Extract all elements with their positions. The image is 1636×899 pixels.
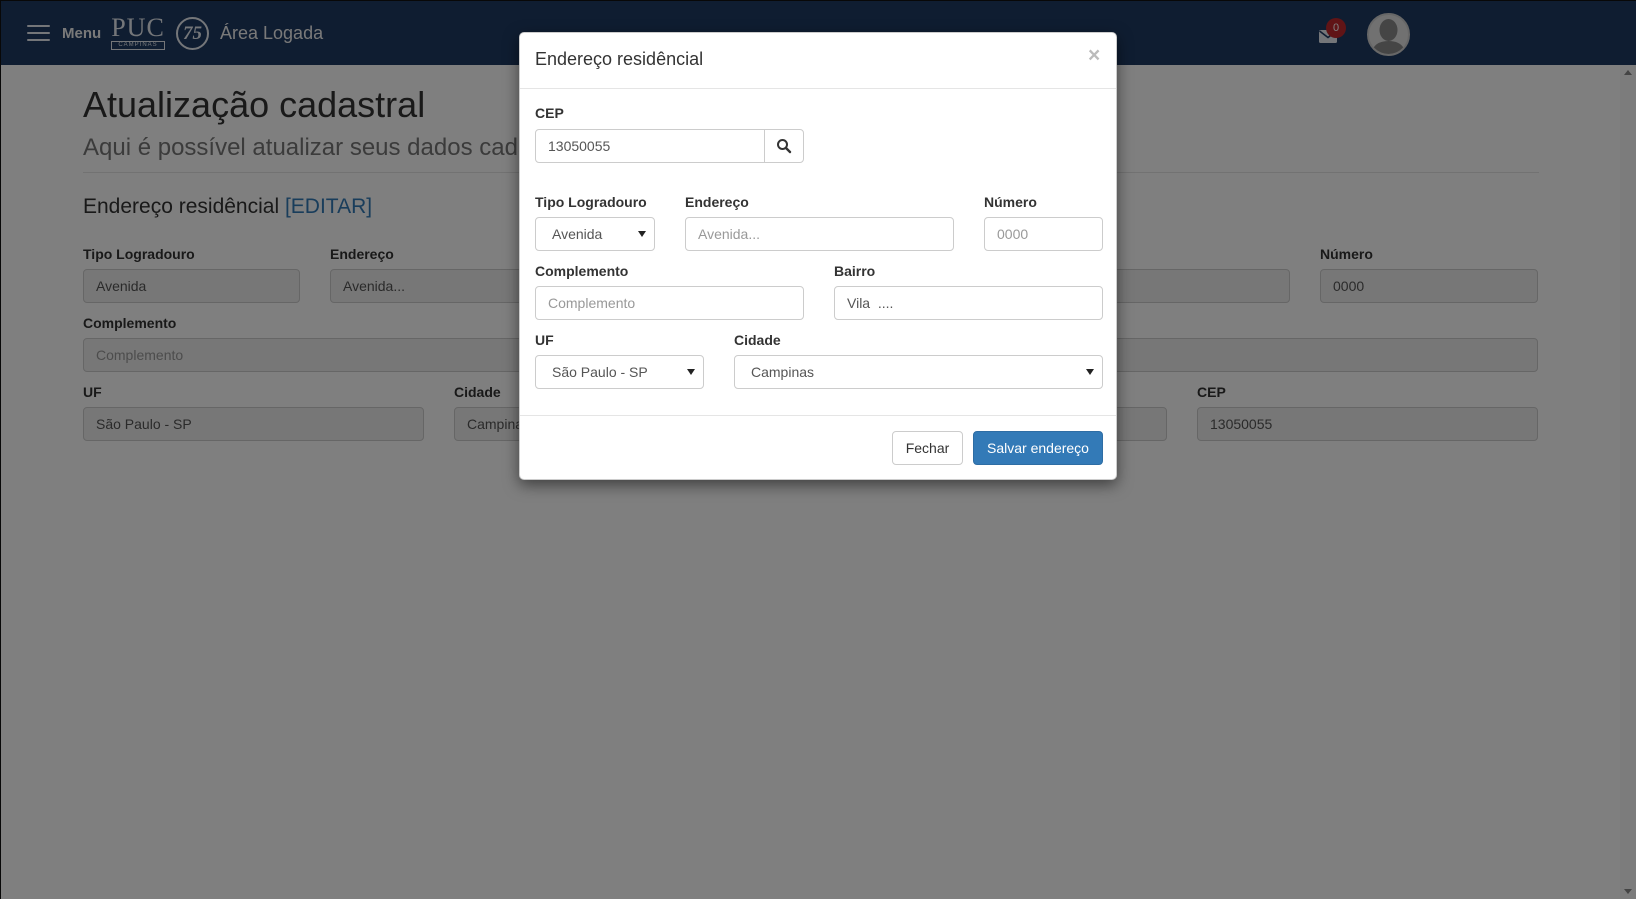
modal-title: Endereço residêncial [535, 49, 704, 69]
cep-input[interactable] [535, 129, 765, 163]
close-button[interactable]: Fechar [892, 431, 963, 465]
modal-footer-divider [520, 415, 1116, 416]
bairro-label: Bairro [834, 263, 876, 279]
uf-select[interactable]: São Paulo - SP [535, 355, 704, 389]
complemento-input[interactable] [535, 286, 804, 320]
close-icon[interactable]: × [1088, 45, 1100, 66]
modal-header: Endereço residêncial × [520, 33, 1116, 89]
tipo-logradouro-selected: Avenida [552, 226, 603, 242]
cidade-select[interactable]: Campinas [734, 355, 1103, 389]
cidade-label: Cidade [734, 332, 781, 348]
chevron-down-icon [638, 231, 646, 237]
save-address-button[interactable]: Salvar endereço [973, 431, 1103, 465]
scroll-up-arrow-icon[interactable] [1624, 70, 1632, 75]
endereco-input[interactable] [685, 217, 954, 251]
address-modal: Endereço residêncial × CEP Tipo Logradou… [519, 32, 1117, 480]
page-scrollbar[interactable] [1620, 65, 1636, 899]
complemento-label: Complemento [535, 263, 629, 279]
uf-label: UF [535, 332, 554, 348]
endereco-label: Endereço [685, 194, 749, 210]
tipo-logradouro-select[interactable]: Avenida [535, 217, 655, 251]
bairro-input[interactable] [834, 286, 1103, 320]
tipo-logradouro-label: Tipo Logradouro [535, 194, 647, 210]
cidade-selected: Campinas [751, 364, 815, 380]
search-icon [777, 139, 792, 154]
uf-selected: São Paulo - SP [552, 364, 648, 380]
numero-input[interactable] [984, 217, 1103, 251]
chevron-down-icon [1086, 369, 1094, 375]
cep-label: CEP [535, 105, 564, 121]
cep-search-button[interactable] [764, 129, 804, 163]
numero-label: Número [984, 194, 1037, 210]
scroll-down-arrow-icon[interactable] [1624, 889, 1632, 894]
chevron-down-icon [687, 369, 695, 375]
